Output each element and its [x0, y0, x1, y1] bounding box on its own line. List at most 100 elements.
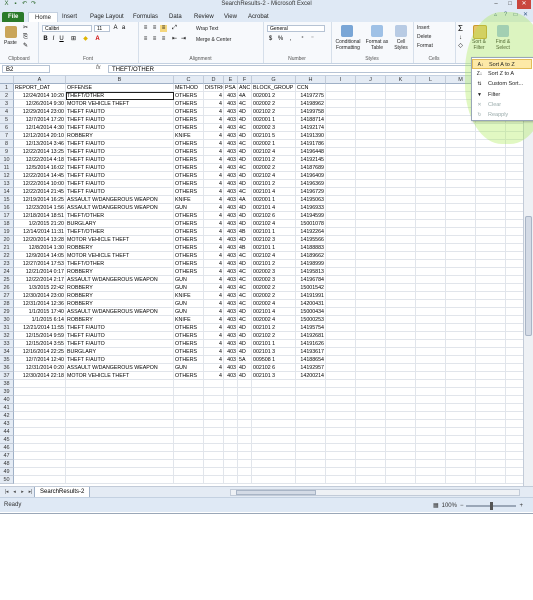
data-cell[interactable]: ROBBERY	[66, 300, 174, 308]
empty-cell[interactable]	[416, 316, 446, 324]
data-cell[interactable]: ROBBERY	[66, 292, 174, 300]
data-cell[interactable]: 403	[224, 100, 238, 108]
cell-styles-icon[interactable]	[395, 25, 407, 37]
data-cell[interactable]: 002101 2	[252, 180, 296, 188]
empty-cell[interactable]	[66, 436, 174, 444]
data-cell[interactable]: 4	[204, 340, 224, 348]
empty-cell[interactable]	[356, 196, 386, 204]
empty-cell[interactable]	[356, 460, 386, 468]
align-bottom-icon[interactable]: ≡	[160, 25, 167, 32]
empty-cell[interactable]	[356, 444, 386, 452]
name-box[interactable]: B2	[2, 65, 50, 73]
tab-file[interactable]: File	[2, 12, 25, 22]
empty-cell[interactable]	[296, 404, 326, 412]
empty-cell[interactable]	[326, 124, 356, 132]
empty-cell[interactable]	[446, 268, 476, 276]
data-cell[interactable]: THEFT F/AUTO	[66, 188, 174, 196]
row-header[interactable]: 48	[0, 460, 14, 468]
empty-cell[interactable]	[506, 420, 523, 428]
empty-cell[interactable]	[296, 460, 326, 468]
data-cell[interactable]: 12/9/2014 14:05	[14, 252, 66, 260]
data-cell[interactable]: 403	[224, 220, 238, 228]
empty-cell[interactable]	[506, 412, 523, 420]
empty-cell[interactable]	[386, 212, 416, 220]
empty-cell[interactable]	[326, 300, 356, 308]
empty-cell[interactable]	[356, 252, 386, 260]
data-cell[interactable]: MOTOR VEHICLE THEFT	[66, 236, 174, 244]
empty-cell[interactable]	[416, 284, 446, 292]
data-cell[interactable]: 14200431	[296, 300, 326, 308]
empty-cell[interactable]	[416, 196, 446, 204]
data-cell[interactable]: 403	[224, 332, 238, 340]
empty-cell[interactable]	[224, 468, 238, 476]
empty-cell[interactable]	[252, 436, 296, 444]
empty-cell[interactable]	[252, 444, 296, 452]
data-cell[interactable]: GUN	[174, 308, 204, 316]
number-format-combo[interactable]: General	[267, 25, 325, 32]
empty-cell[interactable]	[174, 428, 204, 436]
empty-cell[interactable]	[476, 220, 506, 228]
empty-cell[interactable]	[356, 388, 386, 396]
empty-cell[interactable]	[224, 476, 238, 484]
empty-cell[interactable]	[296, 428, 326, 436]
paste-button[interactable]: Paste	[4, 40, 17, 46]
data-cell[interactable]: MOTOR VEHICLE THEFT	[66, 372, 174, 380]
empty-cell[interactable]	[476, 284, 506, 292]
empty-cell[interactable]	[446, 196, 476, 204]
empty-cell[interactable]	[224, 404, 238, 412]
data-cell[interactable]: ROBBERY	[66, 132, 174, 140]
data-cell[interactable]: THEFT F/AUTO	[66, 156, 174, 164]
empty-cell[interactable]	[506, 316, 523, 324]
empty-cell[interactable]	[296, 476, 326, 484]
row-header[interactable]: 46	[0, 444, 14, 452]
empty-cell[interactable]	[238, 436, 252, 444]
data-cell[interactable]: 002101 2	[252, 324, 296, 332]
empty-cell[interactable]	[356, 140, 386, 148]
empty-cell[interactable]	[476, 420, 506, 428]
data-cell[interactable]: 14191991	[296, 292, 326, 300]
empty-cell[interactable]	[506, 212, 523, 220]
empty-cell[interactable]	[476, 388, 506, 396]
data-cell[interactable]: 403	[224, 188, 238, 196]
data-cell[interactable]: 4D	[238, 116, 252, 124]
empty-cell[interactable]	[476, 428, 506, 436]
empty-cell[interactable]	[326, 476, 356, 484]
format-as-table-button[interactable]: Format as Table	[365, 39, 389, 51]
data-cell[interactable]: 4	[204, 172, 224, 180]
data-cell[interactable]: 4D	[238, 340, 252, 348]
empty-cell[interactable]	[506, 396, 523, 404]
empty-cell[interactable]	[356, 300, 386, 308]
data-cell[interactable]: 403	[224, 164, 238, 172]
row-header[interactable]: 27	[0, 292, 14, 300]
empty-cell[interactable]	[446, 164, 476, 172]
data-cell[interactable]: THEFT F/AUTO	[66, 356, 174, 364]
data-cell[interactable]: 12/22/2014 21:45	[14, 188, 66, 196]
empty-cell[interactable]	[174, 412, 204, 420]
fill-color-icon[interactable]: ◆	[82, 36, 89, 43]
data-cell[interactable]: 14191626	[296, 340, 326, 348]
empty-cell[interactable]	[386, 92, 416, 100]
data-cell[interactable]: 4	[204, 364, 224, 372]
empty-cell[interactable]	[204, 420, 224, 428]
empty-cell[interactable]	[416, 236, 446, 244]
data-cell[interactable]: 403	[224, 124, 238, 132]
bold-button[interactable]: B	[42, 36, 49, 43]
data-cell[interactable]: KNIFE	[174, 292, 204, 300]
empty-cell[interactable]	[446, 300, 476, 308]
data-cell[interactable]: 15001542	[296, 284, 326, 292]
empty-cell[interactable]	[14, 396, 66, 404]
data-cell[interactable]: 002101 3	[252, 348, 296, 356]
prev-sheet-icon[interactable]: ◂	[11, 489, 18, 496]
data-cell[interactable]: THEFT F/AUTO	[66, 116, 174, 124]
empty-cell[interactable]	[446, 348, 476, 356]
data-cell[interactable]: ASSAULT W/DANGEROUS WEAPON	[66, 196, 174, 204]
empty-cell[interactable]	[476, 372, 506, 380]
empty-cell[interactable]	[326, 340, 356, 348]
empty-cell[interactable]	[506, 356, 523, 364]
empty-cell[interactable]	[446, 148, 476, 156]
empty-cell[interactable]	[446, 404, 476, 412]
empty-cell[interactable]	[506, 260, 523, 268]
empty-cell[interactable]	[416, 372, 446, 380]
empty-cell[interactable]	[386, 164, 416, 172]
data-cell[interactable]: 4B	[238, 228, 252, 236]
